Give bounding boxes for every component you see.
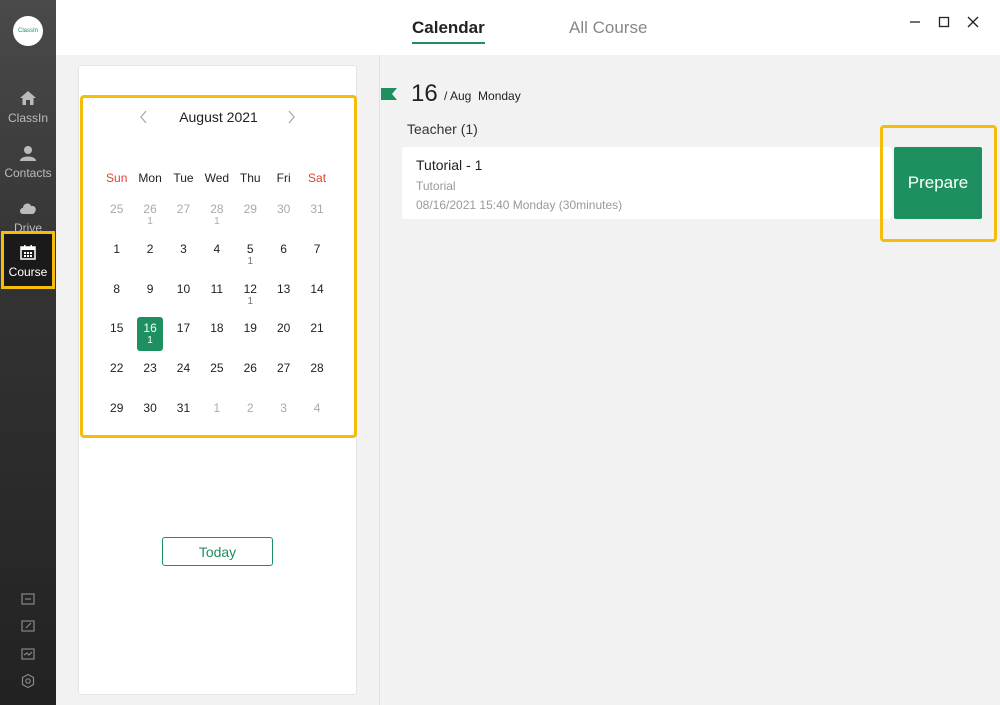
top-bar: Calendar All Course bbox=[56, 0, 1000, 55]
prepare-button[interactable]: Prepare bbox=[894, 147, 982, 219]
contacts-icon bbox=[18, 143, 38, 163]
maximize-icon[interactable] bbox=[936, 14, 952, 30]
minimize-icon[interactable] bbox=[907, 14, 923, 30]
teacher-section-label: Teacher (1) bbox=[407, 121, 478, 137]
sidebar-item-course[interactable]: Course bbox=[1, 231, 55, 289]
calendar-icon bbox=[18, 242, 38, 262]
day-course-count: 1 bbox=[147, 335, 153, 347]
course-time: 08/16/2021 15:40 Monday (30minutes) bbox=[416, 198, 623, 212]
calendar-highlight-box bbox=[80, 95, 357, 438]
course-card[interactable]: Tutorial - 1 Tutorial 08/16/2021 15:40 M… bbox=[402, 147, 892, 219]
sidebar-item-label: Course bbox=[8, 264, 48, 279]
sidebar-item-label: Contacts bbox=[4, 165, 52, 180]
tab-all-course[interactable]: All Course bbox=[569, 18, 647, 38]
logo-text: ClassIn bbox=[17, 28, 38, 34]
course-title: Tutorial - 1 bbox=[416, 157, 483, 173]
cloud-icon bbox=[18, 198, 38, 218]
settings-icon[interactable] bbox=[20, 673, 36, 689]
monitor-icon[interactable] bbox=[20, 646, 36, 662]
sidebar-item-contacts[interactable]: Contacts bbox=[0, 134, 56, 188]
panel-divider bbox=[379, 55, 380, 705]
selected-day-subtitle: / Aug Monday bbox=[444, 89, 521, 103]
selected-day-number: 16 bbox=[411, 80, 438, 107]
tab-calendar[interactable]: Calendar bbox=[412, 18, 485, 44]
course-type: Tutorial bbox=[416, 179, 456, 193]
sidebar-item-label: ClassIn bbox=[7, 110, 48, 125]
flag-icon bbox=[381, 87, 397, 100]
today-button[interactable]: Today bbox=[162, 537, 273, 566]
sidebar: ClassIn ClassIn Contacts Drive Course bbox=[0, 0, 56, 705]
folder-icon[interactable] bbox=[20, 591, 36, 607]
edit-icon[interactable] bbox=[20, 618, 36, 634]
day-number: 16 bbox=[143, 321, 157, 336]
close-icon[interactable] bbox=[965, 14, 981, 30]
sidebar-item-classin[interactable]: ClassIn bbox=[0, 79, 56, 133]
home-icon bbox=[18, 88, 38, 108]
app-logo[interactable]: ClassIn bbox=[13, 16, 43, 46]
